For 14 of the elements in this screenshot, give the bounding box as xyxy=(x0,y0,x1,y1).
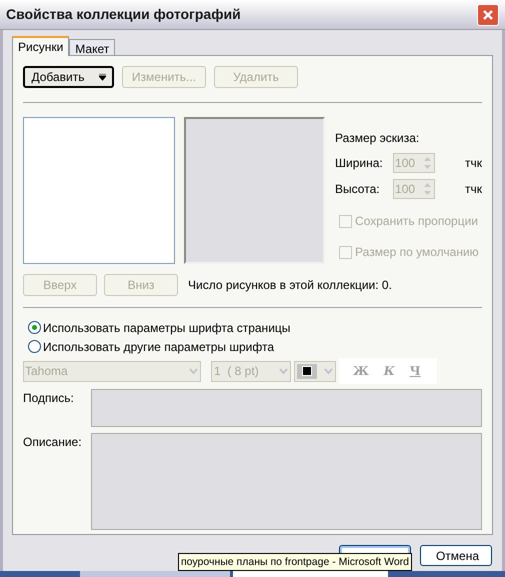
radio-label: Использовать параметры шрифта страницы xyxy=(43,320,290,336)
unit-label: тчк xyxy=(465,155,482,172)
picture-count-text: Число рисунков в этой коллекции: 0. xyxy=(188,277,392,294)
window-title: Свойства коллекции фотографий xyxy=(6,5,241,24)
thumbnail-size-label: Размер эскиза: xyxy=(335,130,420,147)
checkbox-label: Сохранить пропорции xyxy=(355,213,478,230)
tooltip: поурочные планы по frontpage - Microsoft Word xyxy=(178,553,412,571)
field-label: Высота: xyxy=(335,181,381,198)
description-label: Описание: xyxy=(23,434,83,451)
unit-label: тчк xyxy=(465,181,482,198)
field-label: Ширина: xyxy=(335,155,384,172)
checkbox-label: Размер по умолчанию xyxy=(355,244,479,261)
caption-label: Подпись: xyxy=(23,390,75,407)
radio-label: Использовать другие параметры шрифта xyxy=(43,338,274,356)
